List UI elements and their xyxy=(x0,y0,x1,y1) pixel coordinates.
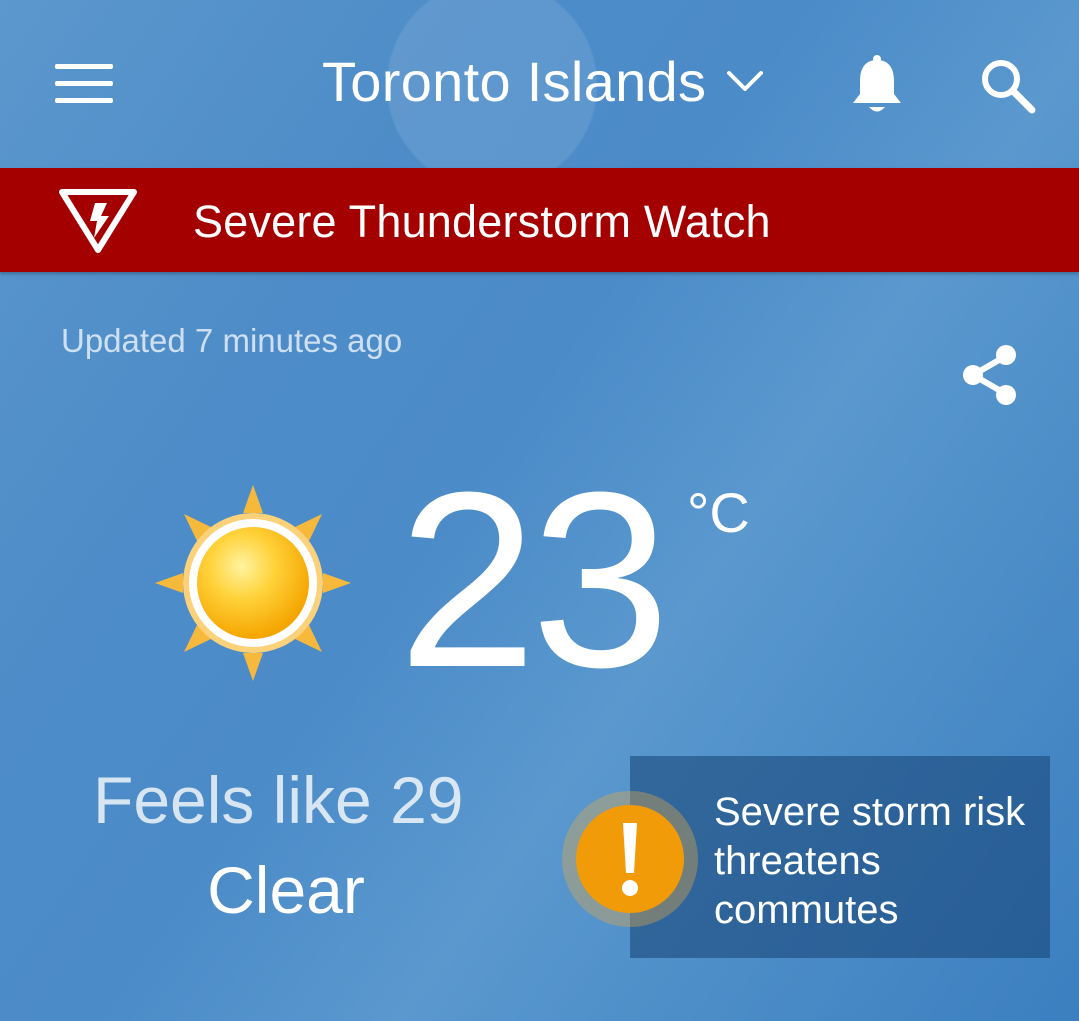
menu-icon-line xyxy=(55,98,113,103)
last-updated-text: Updated 7 minutes ago xyxy=(61,322,403,359)
weather-alert-banner[interactable]: Severe Thunderstorm Watch xyxy=(0,168,1079,272)
menu-button[interactable] xyxy=(55,64,113,104)
temperature-unit: °C xyxy=(687,481,750,544)
alert-title: Severe Thunderstorm Watch xyxy=(193,196,771,247)
menu-icon-line xyxy=(55,81,113,86)
lightning-warning-icon xyxy=(59,189,137,253)
feels-like-text: Feels like 29 xyxy=(93,763,464,837)
news-headline: Severe storm risk threatens commutes xyxy=(714,790,1026,932)
search-icon[interactable] xyxy=(980,58,1036,114)
bell-icon[interactable] xyxy=(850,54,904,116)
exclamation-icon xyxy=(562,791,698,927)
sun-icon xyxy=(155,485,351,681)
current-temperature: 23 xyxy=(398,440,670,719)
top-app-bar: Toronto Islands xyxy=(0,0,1079,168)
menu-icon-line xyxy=(55,64,113,69)
location-title: Toronto Islands xyxy=(322,49,707,113)
location-selector[interactable]: Toronto Islands xyxy=(322,46,764,116)
share-icon[interactable] xyxy=(960,344,1020,406)
chevron-down-icon xyxy=(727,71,764,91)
condition-text: Clear xyxy=(207,853,365,927)
